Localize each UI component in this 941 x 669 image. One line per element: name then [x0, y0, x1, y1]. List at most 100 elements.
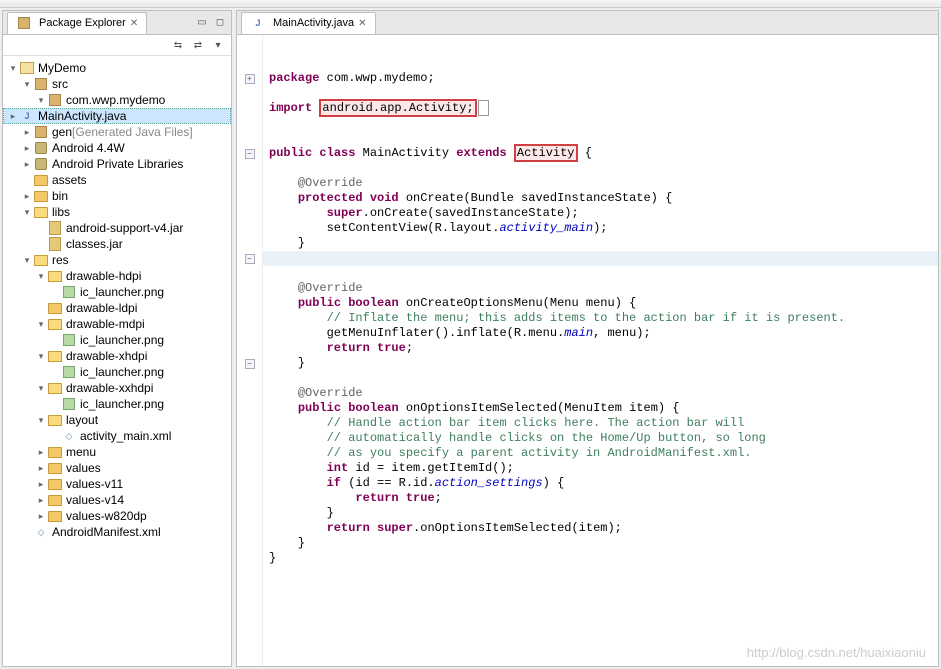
tree-item[interactable]: ic_launcher.png — [3, 332, 231, 348]
tree-item[interactable]: assets — [3, 172, 231, 188]
tree-item[interactable]: ▾com.wwp.mydemo — [3, 92, 231, 108]
tree-item[interactable]: ▾drawable-xxhdpi — [3, 380, 231, 396]
editor-tab[interactable]: J MainActivity.java ✕ — [241, 12, 376, 34]
close-icon[interactable]: ✕ — [358, 18, 366, 29]
code-line[interactable]: return true; — [269, 341, 938, 356]
collapse-icon[interactable]: ▸ — [21, 127, 33, 138]
tree-item[interactable]: ▾res — [3, 252, 231, 268]
collapse-icon[interactable]: ▸ — [35, 463, 47, 474]
tree-item[interactable]: ▸values-v11 — [3, 476, 231, 492]
code-line[interactable]: if (id == R.id.action_settings) { — [269, 476, 938, 491]
code-area[interactable]: package com.wwp.mydemo; import android.a… — [263, 35, 938, 666]
code-line[interactable]: } — [269, 506, 938, 521]
tree-item[interactable]: ◇AndroidManifest.xml — [3, 524, 231, 540]
collapse-icon[interactable]: ▸ — [21, 143, 33, 154]
tree-item[interactable]: ▸JMainActivity.java — [3, 108, 231, 124]
code-line[interactable]: import android.app.Activity; — [269, 101, 938, 116]
code-line[interactable]: public class MainActivity extends Activi… — [269, 146, 938, 161]
code-line[interactable]: } — [269, 536, 938, 551]
tree-item[interactable]: ▾ libs — [3, 204, 231, 220]
tree-item[interactable]: ▸values — [3, 460, 231, 476]
tree-item[interactable]: ▸gen [Generated Java Files] — [3, 124, 231, 140]
collapse-icon[interactable]: ▸ — [21, 159, 33, 170]
code-line[interactable] — [269, 251, 938, 266]
tree-item[interactable]: ▾drawable-xhdpi — [3, 348, 231, 364]
tree-item[interactable]: ▸values-w820dp — [3, 508, 231, 524]
code-line[interactable] — [269, 266, 938, 281]
tree-item[interactable]: android-support-v4.jar — [3, 220, 231, 236]
expand-icon[interactable]: ▾ — [7, 63, 19, 74]
code-line[interactable]: // Handle action bar item clicks here. T… — [269, 416, 938, 431]
code-line[interactable] — [269, 131, 938, 146]
tree-item[interactable]: ▸values-v14 — [3, 492, 231, 508]
code-line[interactable]: } — [269, 236, 938, 251]
collapse-icon[interactable]: ▸ — [35, 447, 47, 458]
code-line[interactable]: } — [269, 356, 938, 371]
tree-item[interactable]: ▾drawable-hdpi — [3, 268, 231, 284]
code-line[interactable]: // automatically handle clicks on the Ho… — [269, 431, 938, 446]
tree-item[interactable]: ic_launcher.png — [3, 396, 231, 412]
expand-fold-icon[interactable]: + — [237, 71, 262, 86]
tree-item[interactable]: ▾layout — [3, 412, 231, 428]
tree-item[interactable]: ▾MyDemo — [3, 60, 231, 76]
tree-item[interactable]: ▸Android Private Libraries — [3, 156, 231, 172]
tree-item[interactable]: ▸menu — [3, 444, 231, 460]
code-line[interactable]: public boolean onCreateOptionsMenu(Menu … — [269, 296, 938, 311]
expand-icon[interactable]: ▾ — [21, 207, 33, 218]
collapse-icon[interactable]: ▸ — [7, 111, 19, 122]
code-line[interactable]: package com.wwp.mydemo; — [269, 71, 938, 86]
collapse-all-icon[interactable]: ⇆ — [171, 38, 185, 52]
view-menu-icon[interactable]: ▾ — [211, 38, 225, 52]
code-line[interactable]: return super.onOptionsItemSelected(item)… — [269, 521, 938, 536]
editor-gutter[interactable]: + − − − — [237, 35, 263, 666]
code-line[interactable] — [269, 371, 938, 386]
tree-item-label: activity_main.xml — [80, 429, 171, 443]
collapse-fold-icon[interactable]: − — [237, 356, 262, 371]
tree-item[interactable]: ▾drawable-mdpi — [3, 316, 231, 332]
link-editor-icon[interactable]: ⇄ — [191, 38, 205, 52]
code-line[interactable] — [269, 116, 938, 131]
close-icon[interactable]: ✕ — [130, 18, 138, 29]
code-line[interactable]: @Override — [269, 176, 938, 191]
expand-icon[interactable]: ▾ — [35, 415, 47, 426]
collapse-icon[interactable]: ▸ — [35, 479, 47, 490]
project-tree[interactable]: ▾MyDemo▾src▾com.wwp.mydemo▸JMainActivity… — [3, 56, 231, 666]
tree-item[interactable]: drawable-ldpi — [3, 300, 231, 316]
tree-item[interactable]: ▾src — [3, 76, 231, 92]
code-line[interactable]: protected void onCreate(Bundle savedInst… — [269, 191, 938, 206]
expand-icon[interactable]: ▾ — [35, 383, 47, 394]
collapse-fold-icon[interactable]: − — [237, 146, 262, 161]
expand-icon[interactable]: ▾ — [35, 351, 47, 362]
tree-item[interactable]: ic_launcher.png — [3, 364, 231, 380]
package-explorer-tab[interactable]: Package Explorer ✕ — [7, 12, 147, 34]
code-line[interactable]: public boolean onOptionsItemSelected(Men… — [269, 401, 938, 416]
code-line[interactable]: @Override — [269, 281, 938, 296]
collapse-icon[interactable]: ▸ — [35, 495, 47, 506]
expand-icon[interactable]: ▾ — [35, 271, 47, 282]
code-line[interactable]: @Override — [269, 386, 938, 401]
expand-icon[interactable]: ▾ — [35, 319, 47, 330]
minimize-icon[interactable]: ▭ — [195, 16, 209, 30]
tree-item[interactable]: ▸Android 4.4W — [3, 140, 231, 156]
maximize-icon[interactable]: ◻ — [213, 16, 227, 30]
collapse-icon[interactable]: ▸ — [35, 511, 47, 522]
expand-icon[interactable]: ▾ — [21, 255, 33, 266]
code-line[interactable]: getMenuInflater().inflate(R.menu.main, m… — [269, 326, 938, 341]
expand-icon[interactable]: ▾ — [35, 95, 47, 106]
code-line[interactable]: } — [269, 551, 938, 566]
code-line[interactable]: setContentView(R.layout.activity_main); — [269, 221, 938, 236]
code-line[interactable]: return true; — [269, 491, 938, 506]
code-line[interactable]: super.onCreate(savedInstanceState); — [269, 206, 938, 221]
code-line[interactable]: // as you specify a parent activity in A… — [269, 446, 938, 461]
collapse-icon[interactable]: ▸ — [21, 191, 33, 202]
code-line[interactable] — [269, 161, 938, 176]
tree-item-label: libs — [52, 205, 70, 219]
code-line[interactable]: int id = item.getItemId(); — [269, 461, 938, 476]
code-line[interactable]: // Inflate the menu; this adds items to … — [269, 311, 938, 326]
collapse-fold-icon[interactable]: − — [237, 251, 262, 266]
tree-item[interactable]: ▸bin — [3, 188, 231, 204]
tree-item[interactable]: classes.jar — [3, 236, 231, 252]
tree-item[interactable]: ◇activity_main.xml — [3, 428, 231, 444]
tree-item[interactable]: ic_launcher.png — [3, 284, 231, 300]
expand-icon[interactable]: ▾ — [21, 79, 33, 90]
